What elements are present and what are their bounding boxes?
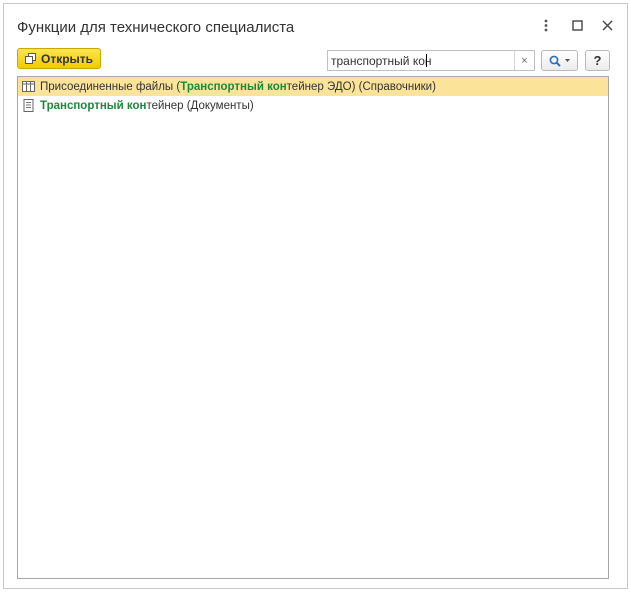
catalog-table-icon: [22, 80, 35, 93]
clear-icon: ×: [521, 54, 528, 67]
result-suffix: тейнер ЭДО) (Справочники): [286, 80, 436, 93]
chevron-down-icon: [565, 59, 570, 62]
list-item[interactable]: Присоединенные файлы (Транспортный конте…: [18, 77, 608, 96]
result-prefix: Присоединенные файлы (: [40, 80, 181, 93]
close-icon: [602, 20, 612, 30]
clear-search-button[interactable]: ×: [514, 51, 534, 70]
open-button[interactable]: Открыть: [17, 48, 101, 69]
maximize-icon: [571, 19, 583, 31]
result-match: Транспортный кон: [40, 99, 147, 112]
search-field[interactable]: ×: [327, 50, 535, 71]
help-label: ?: [593, 53, 602, 68]
text-caret: [426, 54, 427, 67]
more-vertical-icon: [544, 19, 548, 31]
window-title: Функции для технического специалиста: [17, 19, 295, 36]
document-icon: [22, 99, 35, 112]
dialog-window: Функции для технического специалиста Отк…: [3, 3, 628, 589]
search-icon: [549, 55, 561, 67]
more-actions-button[interactable]: [535, 14, 557, 36]
result-text: Транспортный контейнер (Документы): [40, 100, 254, 112]
search-input[interactable]: [328, 51, 514, 70]
results-list: Присоединенные файлы (Транспортный конте…: [17, 76, 609, 579]
result-match: Транспортный кон: [180, 80, 287, 93]
open-icon: [25, 53, 36, 64]
result-text: Присоединенные файлы (Транспортный конте…: [40, 81, 436, 93]
help-button[interactable]: ?: [585, 50, 610, 71]
open-button-label: Открыть: [41, 51, 94, 66]
result-suffix: тейнер (Документы): [146, 99, 254, 112]
maximize-button[interactable]: [566, 14, 588, 36]
search-button[interactable]: [541, 50, 578, 71]
close-button[interactable]: [596, 14, 618, 36]
list-item[interactable]: Транспортный контейнер (Документы): [18, 96, 608, 115]
